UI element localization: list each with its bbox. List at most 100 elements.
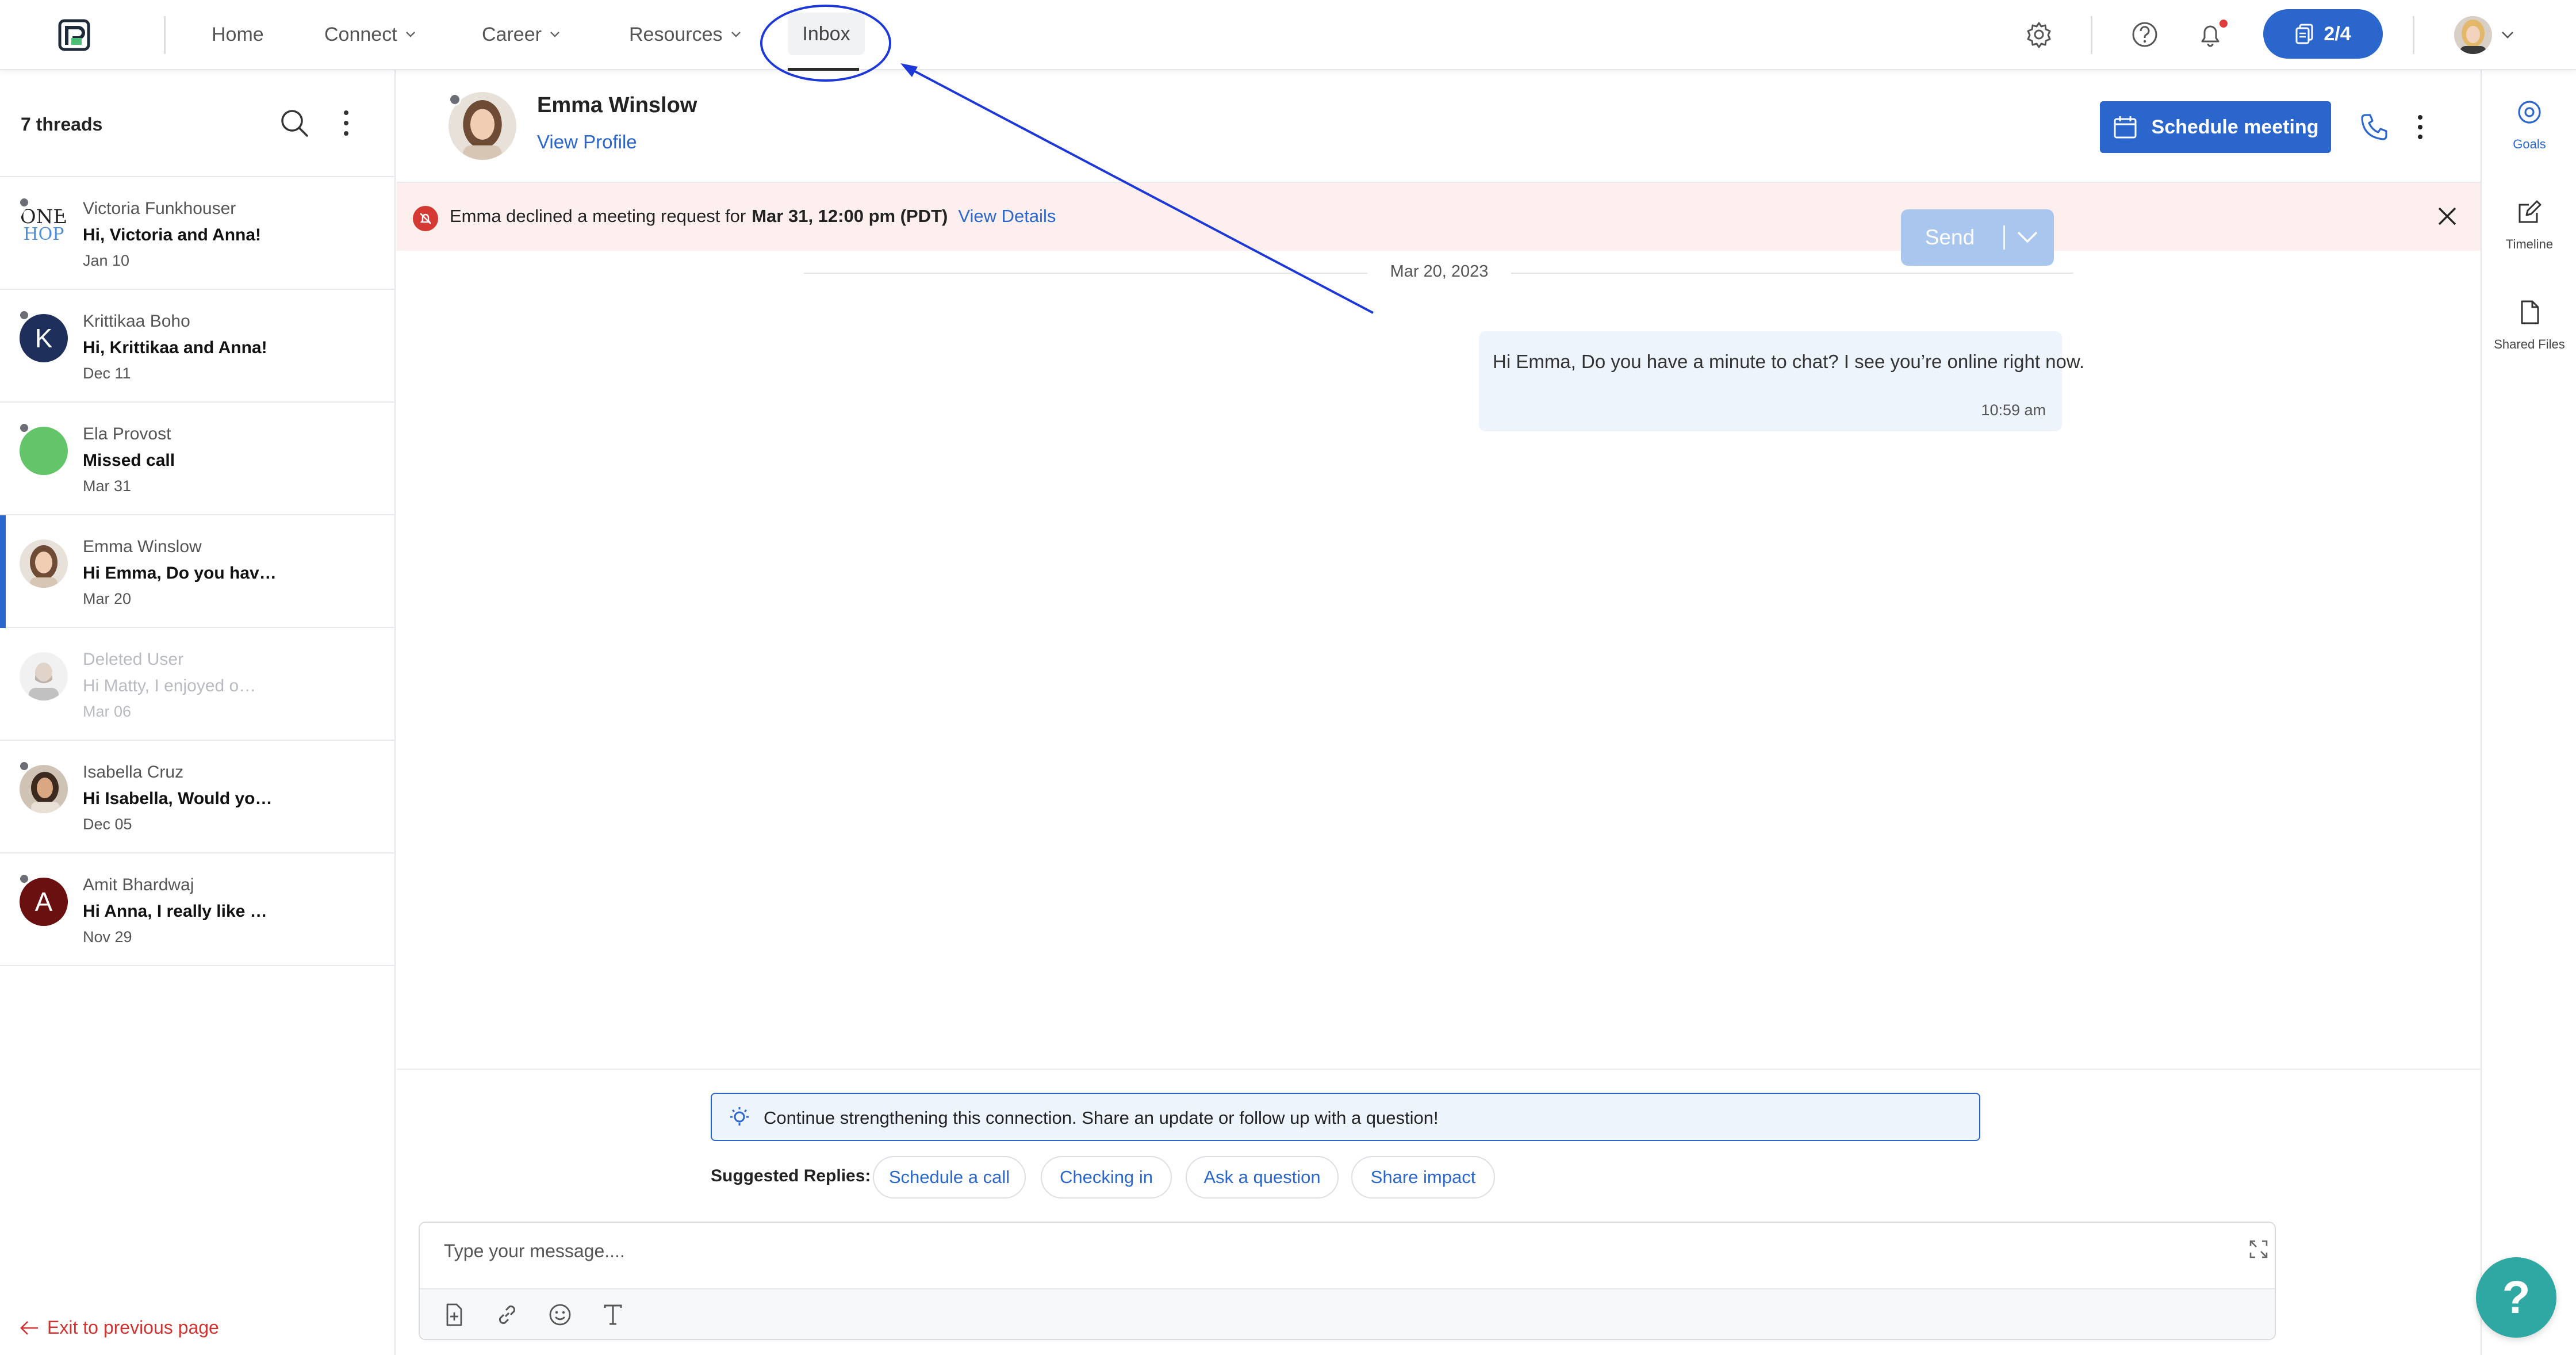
nav-home[interactable]: Home <box>212 22 264 47</box>
nav-home-label: Home <box>212 23 264 45</box>
calendar-icon <box>2114 116 2137 139</box>
suggestion-ask-question[interactable]: Ask a question <box>1186 1156 1339 1199</box>
rail-shared-files[interactable]: Shared Files <box>2482 299 2576 352</box>
thread-preview: Hi Anna, I really like … <box>83 902 267 921</box>
app-logo[interactable] <box>56 17 92 53</box>
conversation-header: Emma Winslow View Profile Schedule meeti… <box>397 70 2481 183</box>
avatar: A <box>20 878 68 926</box>
avatar <box>20 539 68 588</box>
contact-name: Emma Winslow <box>537 93 697 117</box>
rail-goals[interactable]: Goals <box>2482 99 2576 152</box>
user-avatar[interactable] <box>2454 16 2492 54</box>
thread-date: Dec 11 <box>83 365 131 382</box>
message-text: Hi Emma, Do you have a minute to chat? I… <box>1493 351 2085 372</box>
emoji-icon[interactable] <box>547 1302 573 1327</box>
thread-name: Isabella Cruz <box>83 763 184 782</box>
more-vertical-icon[interactable] <box>2414 113 2426 141</box>
thread-date: Nov 29 <box>83 928 132 946</box>
thread-date: Jan 10 <box>83 252 130 269</box>
send-divider <box>2003 225 2005 250</box>
attach-file-icon[interactable] <box>442 1302 467 1327</box>
thread-name: Krittikaa Boho <box>83 312 190 331</box>
thread-name: Ela Provost <box>83 424 171 443</box>
thread-item-victoria-funkhouser[interactable]: ONE HOP Victoria Funkhouser Hi, Victoria… <box>0 177 394 290</box>
avatar <box>20 427 68 475</box>
alert-bell-icon <box>413 206 438 231</box>
text-format-icon[interactable] <box>600 1302 626 1327</box>
banner-datetime: Mar 31, 12:00 pm (PDT) <box>752 206 948 226</box>
settings-gear-icon[interactable] <box>2024 20 2054 49</box>
thread-item-emma-winslow[interactable]: Emma Winslow Hi Emma, Do you hav… Mar 20 <box>0 515 394 628</box>
meeting-declined-banner: Emma declined a meeting request for Mar … <box>397 183 2481 251</box>
progress-badge-button[interactable]: 2/4 <box>2263 9 2383 59</box>
nav-career[interactable]: Career <box>482 22 560 47</box>
view-profile-link[interactable]: View Profile <box>537 131 637 153</box>
thread-item-deleted-user[interactable]: Deleted User Hi Matty, I enjoyed o… Mar … <box>0 628 394 741</box>
rail-timeline-label: Timeline <box>2505 237 2554 251</box>
suggestion-checking-in[interactable]: Checking in <box>1041 1156 1172 1199</box>
presence-indicator <box>18 760 30 772</box>
thread-item-krittikaa-boho[interactable]: K Krittikaa Boho Hi, Krittikaa and Anna!… <box>0 290 394 403</box>
avatar: K <box>20 314 68 362</box>
nav-divider <box>2413 16 2414 54</box>
chevron-down-icon[interactable] <box>2015 228 2040 247</box>
help-fab-label: ? <box>2502 1272 2531 1323</box>
presence-indicator <box>18 197 30 208</box>
progress-badge-label: 2/4 <box>2324 22 2351 45</box>
message-composer <box>419 1222 2276 1340</box>
composer-toolbar <box>420 1288 2275 1339</box>
avatar-initial: A <box>34 887 53 917</box>
phone-icon[interactable] <box>2359 112 2390 143</box>
banner-prefix: Emma declined a meeting request for <box>450 206 746 226</box>
thread-item-ela-provost[interactable]: Ela Provost Missed call Mar 31 <box>0 403 394 515</box>
nav-divider <box>2091 16 2092 54</box>
exit-previous-page-link[interactable]: Exit to previous page <box>20 1317 219 1338</box>
message-time: 10:59 am <box>1981 401 2046 419</box>
nav-resources-label: Resources <box>629 23 723 45</box>
thread-date: Dec 05 <box>83 816 132 833</box>
thread-preview: Hi Matty, I enjoyed o… <box>83 676 256 695</box>
thread-item-amit-bhardwaj[interactable]: A Amit Bhardwaj Hi Anna, I really like …… <box>0 853 394 966</box>
link-icon[interactable] <box>494 1302 520 1327</box>
thread-preview: Hi Emma, Do you hav… <box>83 564 277 583</box>
chevron-down-icon[interactable] <box>2501 31 2514 39</box>
nav-connect[interactable]: Connect <box>324 22 416 47</box>
presence-indicator <box>448 93 461 106</box>
message-input[interactable] <box>443 1240 2168 1262</box>
suggestion-share-impact[interactable]: Share impact <box>1351 1156 1495 1199</box>
suggestion-schedule-call[interactable]: Schedule a call <box>873 1156 1026 1199</box>
target-icon <box>2518 101 2541 124</box>
send-label: Send <box>1925 225 1975 249</box>
thread-name: Deleted User <box>83 650 184 669</box>
thread-date: Mar 20 <box>83 590 132 607</box>
search-icon[interactable] <box>278 107 310 139</box>
expand-icon[interactable] <box>2248 1239 2269 1260</box>
thread-date: Mar 06 <box>83 703 132 720</box>
thread-item-isabella-cruz[interactable]: Isabella Cruz Hi Isabella, Would yo… Dec… <box>0 741 394 853</box>
help-fab-button[interactable]: ? <box>2476 1257 2556 1338</box>
avatar-logo-top: ONE <box>20 205 68 228</box>
view-details-link[interactable]: View Details <box>958 206 1056 227</box>
avatar <box>20 765 68 813</box>
thread-name: Victoria Funkhouser <box>83 199 236 218</box>
threads-header: 7 threads <box>0 70 394 177</box>
thread-name: Amit Bhardwaj <box>83 875 194 894</box>
arrow-left-icon <box>20 1320 38 1335</box>
send-button[interactable]: Send <box>1901 209 2054 266</box>
exit-label: Exit to previous page <box>47 1317 219 1338</box>
more-vertical-icon[interactable] <box>338 108 354 138</box>
chevron-down-icon <box>405 32 415 37</box>
connection-tip: Continue strengthening this connection. … <box>711 1093 1980 1141</box>
nav-resources[interactable]: Resources <box>629 22 741 47</box>
thread-preview: Hi Isabella, Would yo… <box>83 789 273 808</box>
schedule-meeting-button[interactable]: Schedule meeting <box>2100 101 2331 153</box>
close-icon[interactable] <box>2436 205 2459 228</box>
presence-indicator <box>18 309 30 321</box>
help-circle-icon[interactable] <box>2130 20 2160 49</box>
thread-name: Emma Winslow <box>83 537 202 556</box>
right-rail: Goals Timeline Shared Files <box>2481 70 2576 1355</box>
nav-career-label: Career <box>482 23 542 45</box>
rail-timeline[interactable]: Timeline <box>2482 199 2576 252</box>
chevron-down-icon <box>550 32 559 37</box>
edit-icon <box>2518 200 2542 223</box>
